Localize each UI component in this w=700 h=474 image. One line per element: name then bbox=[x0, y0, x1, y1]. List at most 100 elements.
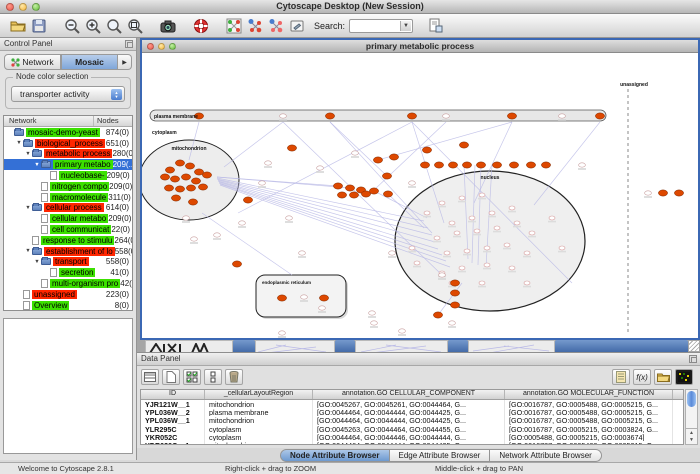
snapshot-camera-icon[interactable] bbox=[158, 16, 178, 36]
app-titlebar[interactable]: Cytoscape Desktop (New Session) bbox=[0, 0, 700, 14]
function-builder-icon[interactable]: f(x) bbox=[633, 369, 651, 385]
expander-icon[interactable]: ▼ bbox=[15, 140, 23, 146]
tree-row[interactable]: nitrogen compo209(0) bbox=[4, 181, 132, 192]
tree-row[interactable]: Overview8(0) bbox=[4, 300, 132, 311]
tree-row[interactable]: cell communicat22(0) bbox=[4, 224, 132, 235]
scrollbar-thumb[interactable] bbox=[687, 391, 696, 407]
scrollbar-arrows-icon[interactable]: ▲▼ bbox=[686, 428, 697, 444]
attribute-list-icon[interactable] bbox=[612, 369, 630, 385]
zoom-selected-icon[interactable] bbox=[104, 16, 124, 36]
tree-row[interactable]: nucleobase-209(0) bbox=[4, 170, 132, 181]
status-pan-hint: Middle-click + drag to PAN bbox=[435, 464, 523, 473]
tree-row[interactable]: ▼biological_process651(0) bbox=[4, 138, 132, 149]
background-window-titlebar[interactable] bbox=[335, 340, 355, 352]
background-window[interactable] bbox=[468, 340, 555, 352]
svg-text:mitochondrion: mitochondrion bbox=[172, 146, 207, 152]
table-cell: [GO:0044464, GO:0044444, GO:0044425, G..… bbox=[313, 408, 505, 416]
folder-icon bbox=[32, 248, 42, 255]
tree-column-nodes[interactable]: Nodes bbox=[94, 116, 132, 126]
annotation-icon[interactable] bbox=[287, 16, 307, 36]
float-panel-icon[interactable] bbox=[689, 355, 697, 363]
attribute-table-icon[interactable] bbox=[141, 369, 159, 385]
new-attribute-icon[interactable] bbox=[162, 369, 180, 385]
zoom-out-icon[interactable] bbox=[62, 16, 82, 36]
birdseye-view[interactable] bbox=[3, 318, 133, 454]
network-graph: plasma membranecytoplasmmitochondrionnuc… bbox=[142, 53, 698, 338]
background-window-titlebar[interactable] bbox=[233, 340, 255, 352]
expander-icon[interactable]: ▼ bbox=[24, 205, 32, 211]
tab-network-attribute-browser[interactable]: Network Attribute Browser bbox=[490, 449, 601, 462]
tree-row-node-count: 22(0) bbox=[111, 225, 132, 234]
delete-attribute-icon[interactable] bbox=[225, 369, 243, 385]
tree-row[interactable]: multi-organism pro42(0) bbox=[4, 278, 132, 289]
tree-row[interactable]: mosaic-demo-yeast874(0) bbox=[4, 127, 132, 138]
tree-row[interactable]: unassigned223(0) bbox=[4, 289, 132, 300]
zoom-in-icon[interactable] bbox=[83, 16, 103, 36]
tree-row[interactable]: secretion41(0) bbox=[4, 267, 132, 278]
tree-row[interactable]: ▼primary metabo209(... bbox=[4, 159, 132, 170]
resize-grip-icon[interactable] bbox=[689, 341, 699, 351]
import-attributes-icon[interactable] bbox=[654, 369, 672, 385]
zoom-fit-icon[interactable] bbox=[125, 16, 145, 36]
network-overview-icon[interactable] bbox=[224, 16, 244, 36]
tree-row[interactable]: ▼establishment of lo558(0) bbox=[4, 246, 132, 257]
help-lifebuoy-icon[interactable] bbox=[191, 16, 211, 36]
background-window-titlebar[interactable] bbox=[555, 340, 688, 352]
tree-row[interactable]: ▼cellular process614(0) bbox=[4, 203, 132, 214]
tree-row-node-count: 209(0) bbox=[108, 214, 132, 223]
search-dropdown-icon[interactable]: ▼ bbox=[400, 21, 411, 31]
attribute-browser-tabbar: Node Attribute BrowserEdge Attribute Bro… bbox=[137, 448, 700, 462]
background-window[interactable] bbox=[255, 340, 335, 352]
expander-icon[interactable]: ▼ bbox=[24, 151, 32, 157]
svg-text:endoplasmic reticulum: endoplasmic reticulum bbox=[262, 280, 311, 285]
vizmapper-icon[interactable] bbox=[245, 16, 265, 36]
select-attributes-icon[interactable] bbox=[183, 369, 201, 385]
network-page-icon bbox=[41, 214, 48, 223]
background-window[interactable] bbox=[145, 340, 233, 352]
tab-edge-attribute-browser[interactable]: Edge Attribute Browser bbox=[390, 449, 491, 462]
tree-row[interactable]: ▼metabolic process280(0) bbox=[4, 149, 132, 160]
table-row[interactable]: YKR052Ccytoplasm[GO:0044464, GO:0044446,… bbox=[141, 433, 683, 441]
expander-icon[interactable]: ▼ bbox=[33, 259, 41, 265]
save-icon[interactable] bbox=[29, 16, 49, 36]
network-canvas[interactable]: plasma membranecytoplasmmitochondrionnuc… bbox=[142, 53, 698, 338]
tree-row[interactable]: ▼transport558(0) bbox=[4, 257, 132, 268]
unselect-attributes-icon[interactable] bbox=[204, 369, 222, 385]
cytoscape-window: Cytoscape Desktop (New Session) Search: … bbox=[0, 0, 700, 474]
matrix-view-icon[interactable] bbox=[675, 369, 693, 385]
network-view-titlebar[interactable]: primary metabolic process bbox=[142, 40, 698, 53]
table-row[interactable]: YPL036W__1mitochondrion[GO:0044464, GO:0… bbox=[141, 416, 683, 424]
column-header[interactable]: annotation.GO CELLULAR_COMPONENT bbox=[313, 390, 505, 399]
column-header[interactable]: ID bbox=[141, 390, 205, 399]
attribute-table-header[interactable]: ID_cellularLayoutRegionannotation.GO CEL… bbox=[141, 390, 683, 400]
tree-row[interactable]: cellular metabo209(0) bbox=[4, 213, 132, 224]
column-header[interactable]: _cellularLayoutRegion bbox=[205, 390, 313, 399]
float-panel-icon[interactable] bbox=[125, 40, 133, 48]
status-bar: Welcome to Cytoscape 2.8.1 Right-click +… bbox=[0, 462, 700, 474]
expander-icon[interactable]: ▼ bbox=[33, 162, 41, 168]
network-page-icon bbox=[41, 279, 48, 288]
tree-row[interactable]: response to stimulu264(0) bbox=[4, 235, 132, 246]
background-window[interactable] bbox=[355, 340, 448, 352]
filter-network-icon[interactable] bbox=[266, 16, 286, 36]
data-panel: Data Panel f(x) ID_cellularLayoutRegiona… bbox=[137, 352, 700, 448]
tab-node-attribute-browser[interactable]: Node Attribute Browser bbox=[280, 449, 390, 462]
expander-icon[interactable]: ▼ bbox=[24, 248, 32, 254]
tree-column-network[interactable]: Network bbox=[4, 116, 94, 126]
node-color-select[interactable]: transporter activity ▲▼ bbox=[11, 86, 125, 102]
table-scrollbar[interactable]: ▲▼ bbox=[685, 389, 698, 445]
select-stepper-icon[interactable]: ▲▼ bbox=[111, 89, 122, 100]
search-input[interactable]: ▼ bbox=[349, 19, 413, 33]
table-row[interactable]: YPL036W__2plasma membrane[GO:0044464, GO… bbox=[141, 408, 683, 416]
open-file-icon[interactable] bbox=[8, 16, 28, 36]
column-header[interactable]: annotation.GO MOLECULAR_FUNCTION bbox=[505, 390, 673, 399]
table-row[interactable]: YJR121W__1mitochondrion[GO:0045267, GO:0… bbox=[141, 400, 683, 408]
table-row[interactable]: YLR295Ccytoplasm[GO:0045263, GO:0044464,… bbox=[141, 425, 683, 433]
tab-network[interactable]: Network bbox=[4, 54, 61, 70]
table-row[interactable]: YDR039C__1mitochondrion[GO:0044464, GO:0… bbox=[141, 441, 683, 445]
more-tabs-icon[interactable]: ▶ bbox=[118, 54, 132, 70]
tree-row[interactable]: macromolecule311(0) bbox=[4, 192, 132, 203]
search-options-icon[interactable] bbox=[425, 16, 445, 36]
tab-mosaic[interactable]: Mosaic bbox=[61, 54, 118, 70]
background-window-titlebar[interactable] bbox=[448, 340, 468, 352]
